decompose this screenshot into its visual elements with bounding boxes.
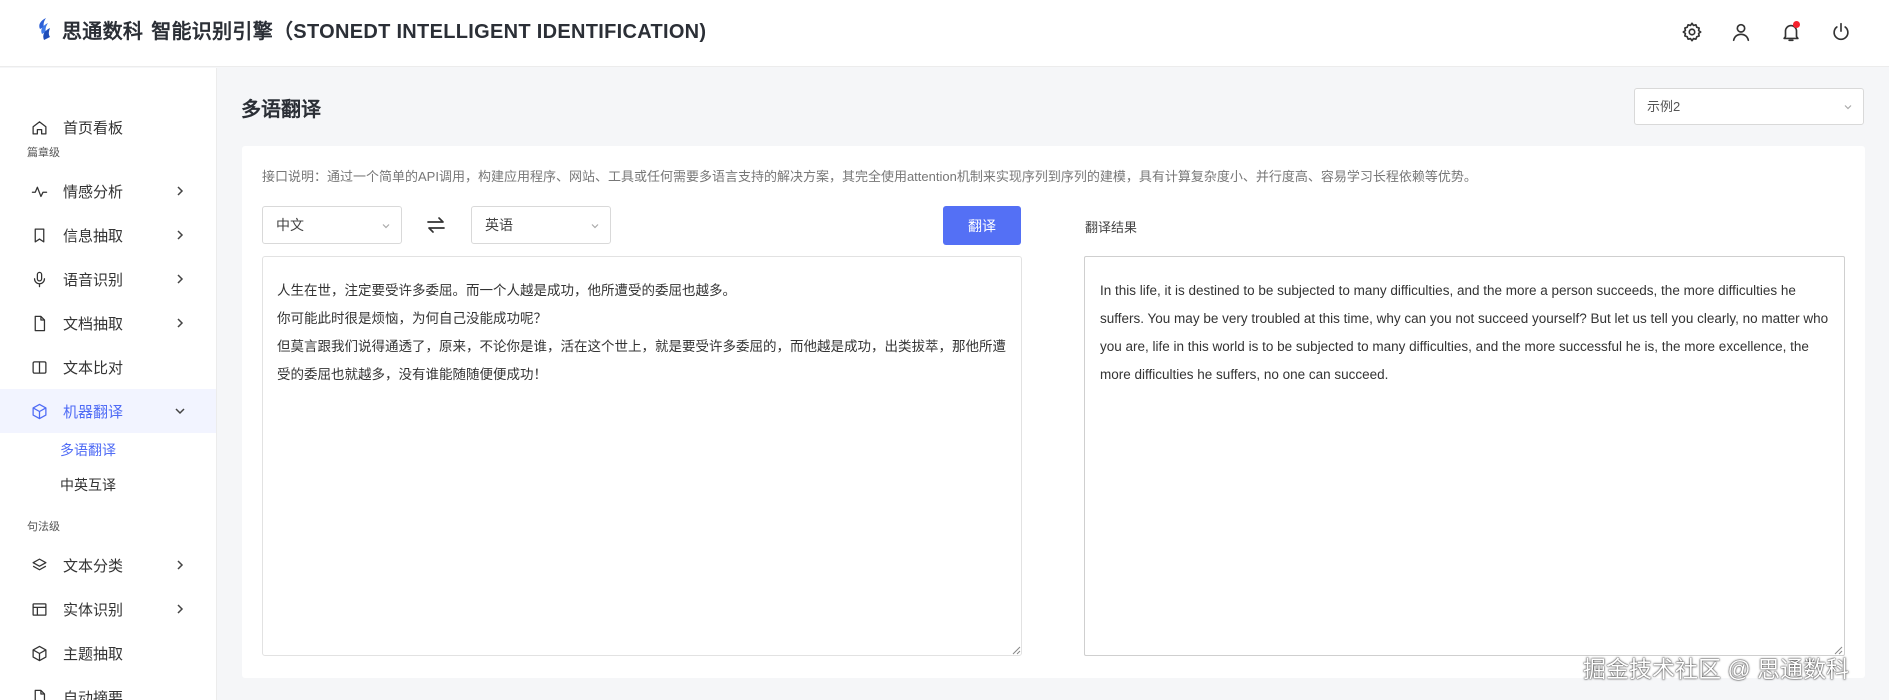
chevron-right-icon xyxy=(177,604,184,614)
page-title: 多语翻译 xyxy=(241,99,321,121)
chevron-down-icon xyxy=(175,408,185,415)
sidebar: 首页看板 篇章级 情感分析 信息抽取 语音识别 文档抽取 文本比对 机器翻译 多… xyxy=(0,68,217,700)
api-description: 接口说明：通过一个简单的API调用，构建应用程序、网站、工具或任何需要多语言支持… xyxy=(262,169,1477,184)
chevron-right-icon xyxy=(177,230,184,240)
brand-logo-icon xyxy=(39,18,50,40)
chevron-right-icon xyxy=(177,274,184,284)
pulse-icon xyxy=(30,182,48,200)
document-icon xyxy=(30,314,48,332)
group-label-chapter: 篇章级 xyxy=(27,147,60,159)
sidebar-item-label: 实体识别 xyxy=(63,601,124,619)
sidebar-item-machine-translation[interactable]: 机器翻译 xyxy=(0,389,216,433)
power-icon[interactable] xyxy=(1829,20,1853,44)
sidebar-item-sentiment[interactable]: 情感分析 xyxy=(0,169,216,213)
target-language-select[interactable]: 英语 xyxy=(471,206,611,244)
translation-card: 接口说明：通过一个简单的API调用，构建应用程序、网站、工具或任何需要多语言支持… xyxy=(242,146,1865,678)
layers-icon xyxy=(30,556,48,574)
sidebar-item-label: 机器翻译 xyxy=(63,403,124,421)
brand-name: 思通数科 xyxy=(62,20,144,43)
example-select-value: 示例2 xyxy=(1647,99,1681,114)
sidebar-item-topic-extraction[interactable]: 主题抽取 xyxy=(0,631,216,675)
sidebar-item-label: 主题抽取 xyxy=(63,645,124,663)
sidebar-item-label: 首页看板 xyxy=(63,119,124,137)
translation-result-output: In this life, it is destined to be subje… xyxy=(1084,256,1845,656)
sidebar-item-label: 自动摘要 xyxy=(63,689,124,700)
sidebar-item-auto-summary[interactable]: 自动摘要 xyxy=(0,675,216,700)
sidebar-item-dashboard[interactable]: 首页看板 xyxy=(0,105,216,149)
chevron-right-icon xyxy=(177,318,184,328)
cube-icon xyxy=(30,402,48,420)
sidebar-item-label: 语音识别 xyxy=(63,271,124,289)
chevron-down-icon xyxy=(1844,105,1852,110)
resize-handle-icon[interactable] xyxy=(1011,645,1021,655)
brand[interactable]: 思通数科 智能识别引擎（STONEDT INTELLIGENT IDENTIFI… xyxy=(34,16,707,43)
sidebar-item-document-extraction[interactable]: 文档抽取 xyxy=(0,301,216,345)
result-label: 翻译结果 xyxy=(1085,220,1138,235)
box-icon xyxy=(30,644,48,662)
user-icon[interactable] xyxy=(1729,20,1753,44)
target-language-value: 英语 xyxy=(485,217,513,233)
sidebar-subitem-zh-en[interactable]: 中英互译 xyxy=(60,475,116,495)
sidebar-subitem-multilingual[interactable]: 多语翻译 xyxy=(60,440,116,460)
document-icon xyxy=(30,688,48,700)
source-text-input[interactable]: 人生在世，注定要受许多委屈。而一个人越是成功，他所遭受的委屈也越多。 你可能此时… xyxy=(262,256,1022,656)
bell-icon[interactable] xyxy=(1779,20,1803,44)
source-language-select[interactable]: 中文 xyxy=(262,206,402,244)
sidebar-item-label: 情感分析 xyxy=(63,183,124,201)
swap-icon[interactable] xyxy=(425,214,447,236)
chevron-right-icon xyxy=(177,560,184,570)
chevron-right-icon xyxy=(177,186,184,196)
chevron-down-icon xyxy=(591,224,599,229)
microphone-icon xyxy=(30,270,48,288)
translate-button[interactable]: 翻译 xyxy=(943,206,1021,245)
sidebar-item-label: 文本分类 xyxy=(63,557,124,575)
sidebar-item-label: 文档抽取 xyxy=(63,315,124,333)
sidebar-item-text-classification[interactable]: 文本分类 xyxy=(0,543,216,587)
table-icon xyxy=(30,600,48,618)
watermark: 掘金技术社区 @ 思通数科 xyxy=(1583,656,1850,682)
sidebar-item-label: 文本比对 xyxy=(63,359,124,377)
source-language-value: 中文 xyxy=(276,217,304,233)
compare-icon xyxy=(30,358,48,376)
notification-dot xyxy=(1793,21,1800,28)
bookmark-icon xyxy=(30,226,48,244)
top-header: 思通数科 智能识别引擎（STONEDT INTELLIGENT IDENTIFI… xyxy=(0,0,1889,67)
chevron-down-icon xyxy=(382,224,390,229)
sidebar-item-entity-recognition[interactable]: 实体识别 xyxy=(0,587,216,631)
sidebar-item-text-compare[interactable]: 文本比对 xyxy=(0,345,216,389)
gear-icon[interactable] xyxy=(1680,20,1704,44)
sidebar-item-speech[interactable]: 语音识别 xyxy=(0,257,216,301)
sidebar-item-info-extraction[interactable]: 信息抽取 xyxy=(0,213,216,257)
example-select[interactable]: 示例2 xyxy=(1634,88,1864,125)
brand-subtitle: 智能识别引擎（STONEDT INTELLIGENT IDENTIFICATIO… xyxy=(151,20,707,43)
sidebar-item-label: 信息抽取 xyxy=(63,227,124,245)
home-icon xyxy=(30,118,48,136)
group-label-sentence: 句法级 xyxy=(27,521,60,533)
